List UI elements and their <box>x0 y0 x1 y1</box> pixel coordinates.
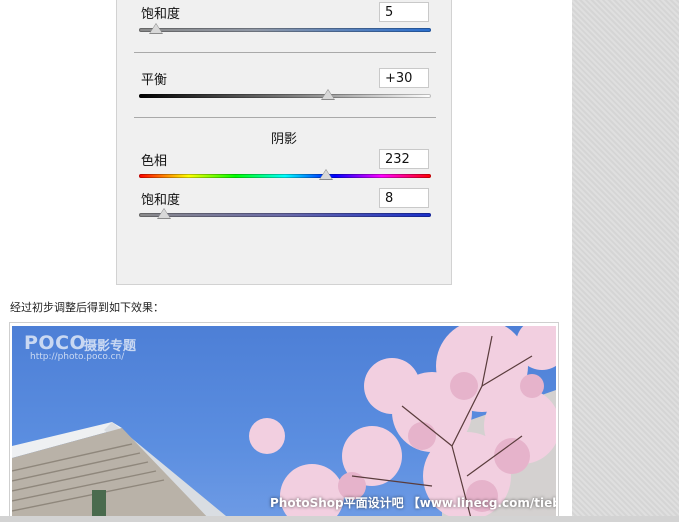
balance-slider[interactable] <box>139 94 431 98</box>
divider <box>134 52 436 53</box>
horizontal-scrollbar[interactable] <box>0 516 679 522</box>
highlight-saturation-thumb[interactable] <box>149 23 163 34</box>
result-photo: POCO 摄影专题 http://photo.poco.cn/ PhotoSho… <box>12 326 556 522</box>
shadows-hue-thumb[interactable] <box>319 169 333 180</box>
balance-thumb[interactable] <box>321 89 335 100</box>
shadows-hue-label: 色相 <box>141 154 168 169</box>
result-caption: 经过初步调整后得到如下效果： <box>10 301 164 314</box>
highlight-saturation-slider[interactable] <box>139 28 431 32</box>
shadows-hue-slider[interactable] <box>139 174 431 178</box>
shadows-hue-field[interactable]: 232 <box>379 149 429 169</box>
split-toning-panel: 饱和度 5 平衡 +30 阴影 色相 232 饱和度 8 <box>116 0 452 285</box>
poco-logo: POCO <box>24 332 87 354</box>
site-watermark: PhotoShop平面设计吧 【www.linecg.com/tieba/178… <box>270 496 556 510</box>
shadows-saturation-label: 饱和度 <box>141 193 181 208</box>
shadows-saturation-thumb[interactable] <box>157 208 171 219</box>
balance-label: 平衡 <box>141 73 168 88</box>
poco-logo-url: http://photo.poco.cn/ <box>30 352 125 362</box>
shadows-saturation-slider[interactable] <box>139 213 431 217</box>
shadows-section-title: 阴影 <box>270 132 297 147</box>
balance-field[interactable]: +30 <box>379 68 429 88</box>
highlight-saturation-field[interactable]: 5 <box>379 2 429 22</box>
highlight-saturation-label: 饱和度 <box>141 7 181 22</box>
page-background-right <box>572 0 679 522</box>
shadows-saturation-field[interactable]: 8 <box>379 188 429 208</box>
divider <box>134 117 436 118</box>
